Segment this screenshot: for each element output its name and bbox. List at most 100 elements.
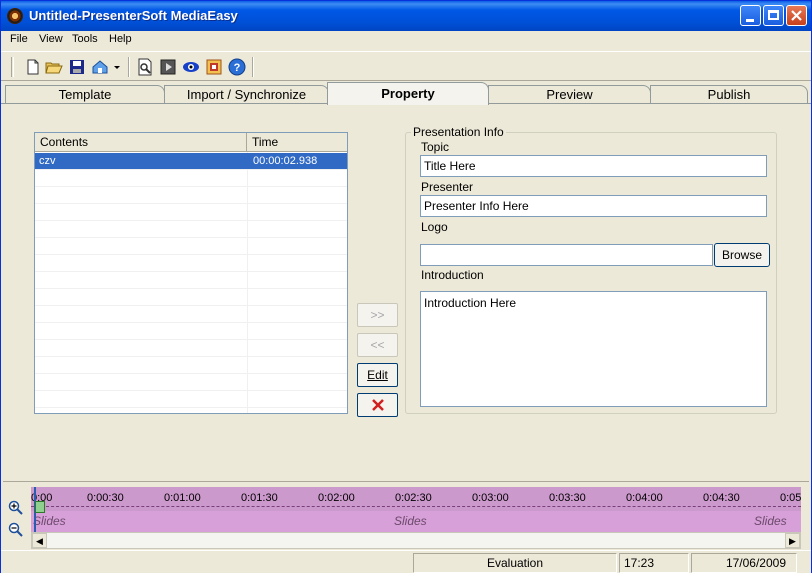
tick-label: 0:01:00: [164, 492, 201, 504]
empty-row: [35, 238, 347, 255]
timeline-scrollbar[interactable]: ◀ ▶: [31, 532, 801, 549]
delete-button[interactable]: [357, 393, 398, 417]
logo-label: Logo: [421, 220, 448, 234]
minimize-icon: [746, 19, 754, 22]
menu-view[interactable]: View: [39, 33, 63, 45]
app-icon[interactable]: [7, 8, 23, 24]
track-label: Slides: [33, 514, 66, 528]
tab-template[interactable]: Template: [5, 85, 165, 104]
toolbar-separator: [128, 57, 130, 77]
empty-row: [35, 187, 347, 204]
help-icon[interactable]: ?: [228, 58, 246, 76]
tab-label: Template: [58, 87, 112, 102]
menu-help[interactable]: Help: [109, 33, 132, 45]
playhead-marker[interactable]: [35, 501, 45, 513]
empty-row: [35, 323, 347, 340]
column-header-contents[interactable]: Contents: [35, 133, 247, 152]
scroll-left-arrow[interactable]: ◀: [32, 533, 47, 548]
menu-bar: File View Tools Help: [1, 31, 811, 49]
publish-icon[interactable]: [205, 58, 223, 76]
browse-button[interactable]: Browse: [714, 243, 770, 267]
delete-icon: [371, 399, 384, 411]
tick-label: 0:01:30: [241, 492, 278, 504]
empty-row: [35, 340, 347, 357]
empty-row: [35, 391, 347, 408]
open-folder-icon[interactable]: [45, 58, 63, 76]
contents-list[interactable]: Contents Time czv 00:00:02.938: [34, 132, 348, 414]
tick-label: 0:05: [780, 492, 801, 504]
media-icon[interactable]: [159, 58, 177, 76]
edit-button[interactable]: Edit: [357, 363, 398, 387]
add-item-button[interactable]: >>: [357, 303, 398, 327]
empty-row: [35, 255, 347, 272]
tick-label: 0:04:30: [703, 492, 740, 504]
tab-import-synchronize[interactable]: Import / Synchronize: [164, 85, 329, 104]
svg-text:?: ?: [234, 62, 241, 74]
tick-label: 0:04:00: [626, 492, 663, 504]
remove-item-button[interactable]: <<: [357, 333, 398, 357]
close-icon: [791, 10, 802, 21]
empty-row: [35, 306, 347, 323]
toolbar: ?: [1, 51, 811, 81]
application-window: Untitled-PresenterSoft MediaEasy File Vi…: [0, 0, 812, 573]
empty-row: [35, 170, 347, 187]
tick-label: 0:02:00: [318, 492, 355, 504]
status-mode: Evaluation: [413, 553, 617, 573]
group-title: Presentation Info: [411, 125, 506, 139]
close-button[interactable]: [786, 5, 807, 26]
tick-label: 0:03:00: [472, 492, 509, 504]
empty-row: [35, 374, 347, 391]
empty-row: [35, 357, 347, 374]
tab-label: Import / Synchronize: [186, 87, 307, 102]
maximize-icon: [768, 10, 779, 20]
tick-label: 0:03:30: [549, 492, 586, 504]
tab-publish[interactable]: Publish: [650, 85, 808, 104]
save-icon[interactable]: [68, 58, 86, 76]
toolbar-separator: [252, 57, 254, 77]
empty-row: [35, 289, 347, 306]
menu-file[interactable]: File: [10, 33, 28, 45]
tick-label: 0:02:30: [395, 492, 432, 504]
presenter-field[interactable]: Presenter Info Here: [420, 195, 767, 217]
eye-icon[interactable]: [182, 58, 200, 76]
row-time: 00:00:02.938: [253, 155, 318, 167]
title-bar[interactable]: Untitled-PresenterSoft MediaEasy: [1, 1, 811, 31]
tab-label: Property: [381, 86, 435, 101]
list-row[interactable]: czv 00:00:02.938: [35, 153, 347, 170]
preview-page-icon[interactable]: [136, 58, 154, 76]
list-header: Contents Time: [35, 133, 347, 152]
zoom-in-icon[interactable]: [8, 500, 24, 516]
menu-tools[interactable]: Tools: [72, 33, 98, 45]
track-label: Slides: [754, 514, 787, 528]
home-dropdown-icon[interactable]: [91, 58, 121, 76]
status-time: 17:23: [619, 553, 689, 573]
empty-row: [35, 204, 347, 221]
maximize-button[interactable]: [763, 5, 784, 26]
edit-button-label: Edit: [367, 368, 388, 382]
introduction-field[interactable]: Introduction Here: [420, 291, 767, 407]
zoom-out-icon[interactable]: [8, 522, 24, 538]
toolbar-grip[interactable]: [11, 57, 14, 77]
tab-label: Publish: [707, 87, 751, 102]
column-header-time[interactable]: Time: [247, 133, 347, 152]
new-document-icon[interactable]: [24, 58, 42, 76]
topic-label: Topic: [421, 140, 450, 154]
tab-property[interactable]: Property: [327, 82, 489, 105]
tick-label: 0:00:30: [87, 492, 124, 504]
row-contents: czv: [39, 155, 56, 167]
logo-field[interactable]: [420, 244, 713, 266]
tab-label: Preview: [546, 87, 593, 102]
tab-preview[interactable]: Preview: [488, 85, 651, 104]
presenter-label: Presenter: [421, 180, 474, 194]
timeline-ruler[interactable]: 0:00 0:00:30 0:01:00 0:01:30 0:02:00 0:0…: [31, 487, 801, 511]
slides-track[interactable]: Slides Slides Slides: [31, 511, 801, 532]
scroll-right-arrow[interactable]: ▶: [785, 533, 800, 548]
tab-bar: Template Import / Synchronize Property P…: [1, 82, 811, 105]
topic-field[interactable]: Title Here: [420, 155, 767, 177]
empty-row: [35, 272, 347, 289]
track-label: Slides: [394, 514, 427, 528]
minimize-button[interactable]: [740, 5, 761, 26]
status-bar: Evaluation 17:23 17/06/2009: [1, 550, 811, 573]
empty-row: [35, 221, 347, 238]
status-date: 17/06/2009: [691, 553, 797, 573]
